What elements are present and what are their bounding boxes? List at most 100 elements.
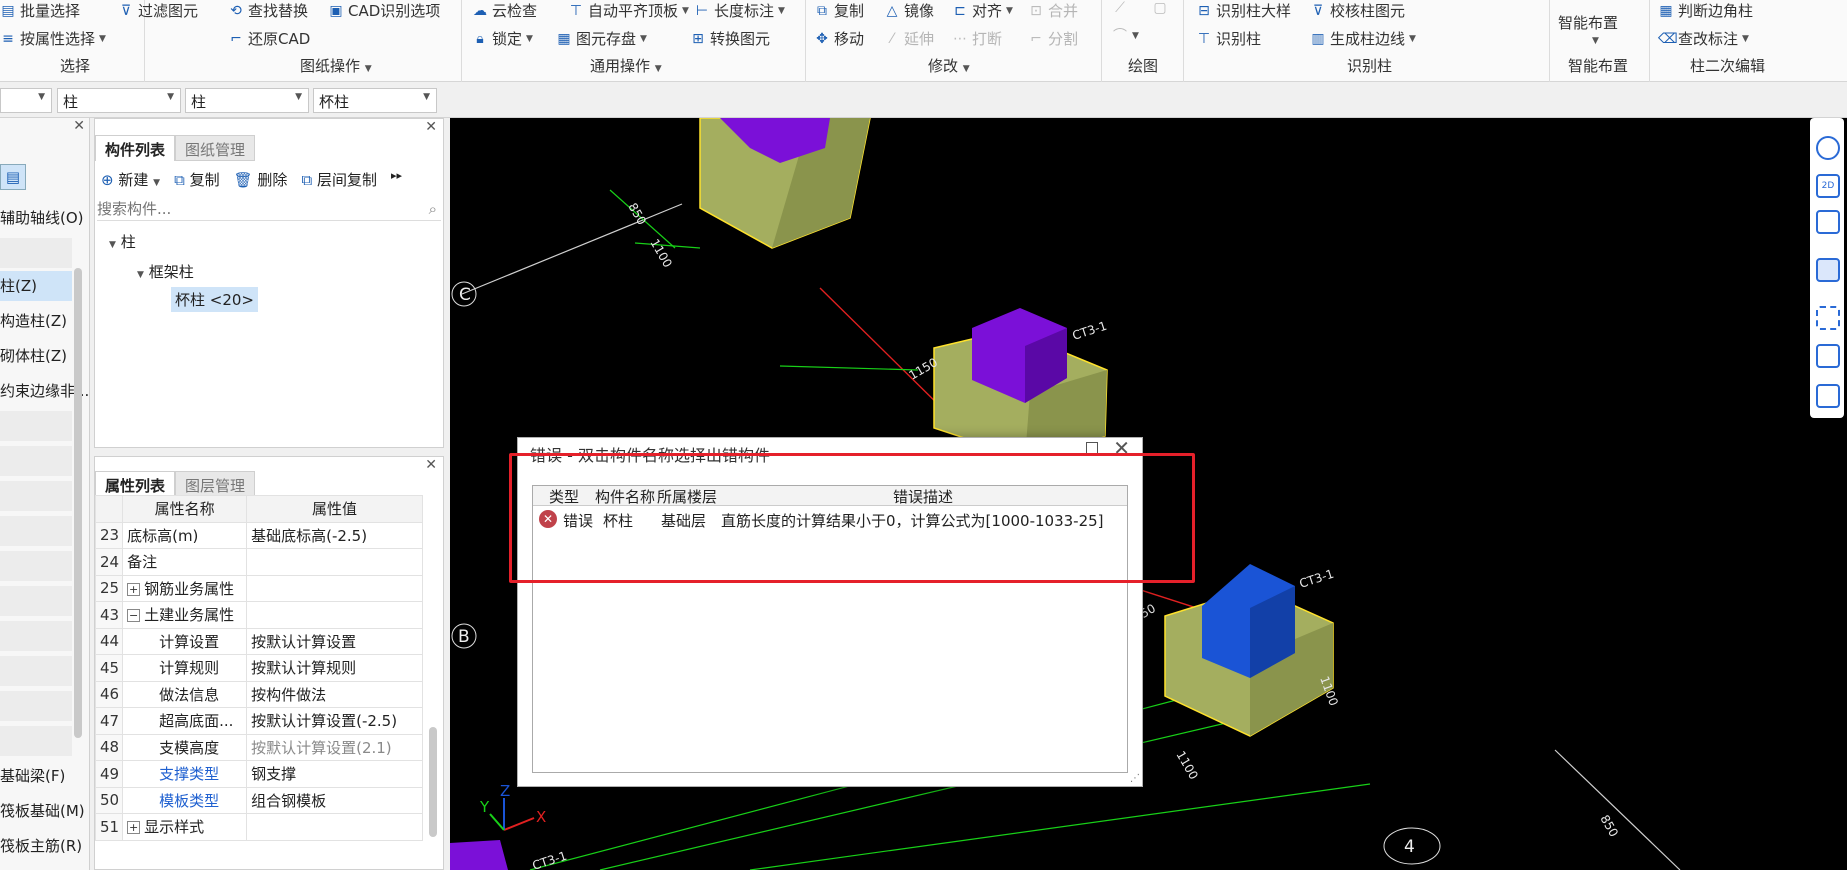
red-beam-line (819, 287, 951, 417)
batch-select-button[interactable]: ▤ 批量选择 (0, 0, 80, 21)
table-row[interactable]: 51 + 显示样式 (94, 813, 423, 841)
break-button[interactable]: ⋯ 打断 (952, 28, 1002, 49)
arc-draw-button[interactable]: ⌒ ▼ (1112, 28, 1139, 44)
component-search-input[interactable] (97, 199, 407, 219)
tree-node-frame-column[interactable]: ▼ 框架柱 (137, 261, 194, 282)
drawing-ops-label[interactable]: 图纸操作 ▼ (300, 55, 372, 76)
recognize-col-detail-button[interactable]: ⊟ 识别柱大样 (1196, 0, 1291, 21)
fit-view-icon[interactable] (1816, 306, 1840, 330)
layer-copy-button[interactable]: ⧉ 层间复制 (301, 169, 377, 190)
length-mark-button[interactable]: ⊢ 长度标注 ▼ (694, 0, 785, 21)
table-row[interactable]: 50 模板类型 组合钢模板 (94, 786, 423, 814)
type-combo[interactable]: 柱 ▼ (185, 88, 309, 113)
table-row[interactable]: 47 超高底面... 按默认计算设置(-2.5) (94, 707, 423, 735)
list-view-icon[interactable]: ▤ (0, 164, 26, 190)
component-panel-close-icon[interactable]: ✕ (425, 119, 437, 135)
tab-component-list[interactable]: 构件列表 (95, 135, 176, 161)
tab-layer-manage[interactable]: 图层管理 (175, 471, 256, 497)
copy-button[interactable]: ⧉ 复制 (814, 0, 864, 21)
tree-node-cup-column[interactable]: 杯柱 <20> (171, 287, 258, 312)
corner-col-button[interactable]: ▦ 判断边角柱 (1658, 0, 1753, 21)
split-button[interactable]: ⌐ 分割 (1028, 28, 1078, 49)
3d-solid-icon[interactable] (1816, 258, 1840, 282)
table-row[interactable]: 25 + 钢筋业务属性 (94, 574, 423, 602)
cad-options-button[interactable]: ▣ CAD识别选项 (328, 0, 440, 21)
copy-component-button[interactable]: ⧉ 复制 (174, 169, 220, 190)
component-search-box[interactable]: ⌕ (97, 199, 441, 221)
view-settings-icon[interactable] (1816, 384, 1840, 408)
floor-combo[interactable]: ▼ (0, 88, 52, 113)
list-item-edge-member[interactable]: 约束边缘非... (0, 376, 89, 406)
col-header-value: 属性值 (246, 495, 423, 523)
list-item-raft-rebar[interactable]: 筏板主筋(R) (0, 831, 82, 861)
table-row[interactable]: 23 底标高(m) 基础底标高(-2.5) (94, 521, 423, 549)
gen-col-edge-button[interactable]: ▥ 生成柱边线 ▼ (1310, 28, 1416, 49)
auto-align-button[interactable]: ⊤ 自动平齐顶板 ▼ (568, 0, 689, 21)
extend-button[interactable]: ⁄ 延伸 (884, 28, 934, 49)
cloud-check-button[interactable]: ☁ 云检查 (472, 0, 537, 21)
smart-layout-group: 智能布置 ▼ 智能布置 (1550, 0, 1650, 82)
select-group: ▤ 批量选择 ⊽ 过滤图元 ≡ 按属性选择 ▼ 选择 (0, 0, 198, 82)
smart-layout-button[interactable]: 智能布置 (1558, 12, 1618, 33)
recognize-col-button[interactable]: ⊤ 识别柱 (1196, 28, 1261, 49)
new-component-button[interactable]: ⊕ 新建 ▼ (101, 169, 160, 190)
smart-layout-dropdown[interactable]: ▼ (1592, 36, 1599, 46)
cloud-icon: ☁ (473, 2, 487, 19)
list-item-column[interactable]: 柱(Z) (0, 271, 72, 301)
resize-grip-icon[interactable]: ⋰ (1130, 773, 1140, 784)
property-panel-close-icon[interactable]: ✕ (425, 457, 437, 473)
select-by-attribute-button[interactable]: ≡ 按属性选择 ▼ (0, 28, 106, 49)
restore-cad-button[interactable]: ⌐ 还原CAD (228, 28, 310, 49)
drawing-ops-group: ⟲ 查找替换 ▣ CAD识别选项 ⌐ 还原CAD 图纸操作 ▼ (218, 0, 462, 82)
table-row[interactable]: 24 备注 (94, 548, 423, 576)
table-row[interactable]: 44 计算设置 按默认计算设置 (94, 627, 423, 655)
find-replace-button[interactable]: ⟲ 查找替换 (228, 0, 308, 21)
left-list-scrollbar[interactable] (74, 268, 82, 738)
delete-component-button[interactable]: 🗑︎ 删除 (234, 169, 288, 190)
more-icon[interactable]: ▸▸ (391, 169, 402, 190)
save-element-button[interactable]: ▦ 图元存盘 ▼ (556, 28, 647, 49)
recognize-column-group: ⊟ 识别柱大样 ⊽ 校核柱图元 ⊤ 识别柱 ▥ 生成柱边线 ▼ 识别柱 (1184, 0, 1550, 82)
collapse-icon[interactable]: − (127, 609, 141, 623)
tree-node-column[interactable]: ▼ 柱 (109, 231, 136, 252)
2d-view-icon[interactable]: 2D (1816, 174, 1840, 198)
property-scrollbar[interactable] (429, 727, 437, 837)
tab-property-list[interactable]: 属性列表 (95, 471, 176, 497)
mirror-button[interactable]: △ 镜像 (884, 0, 934, 21)
table-row[interactable]: 49 支撑类型 钢支撑 (94, 760, 423, 788)
table-row[interactable]: 43− 土建业务属性 (94, 601, 423, 629)
list-item-raft-foundation[interactable]: 筏板基础(M) (0, 796, 85, 826)
orbit-icon[interactable] (1816, 136, 1840, 160)
list-item-masonry-column[interactable]: 砌体柱(Z) (0, 341, 72, 371)
lock-button[interactable]: 🔒︎ 锁定 ▼ (472, 28, 533, 49)
left-panel-close-icon[interactable]: ✕ (73, 118, 85, 134)
list-item-foundation-beam[interactable]: 基础梁(F) (0, 761, 72, 791)
cup-column-1[interactable] (699, 118, 871, 249)
search-icon[interactable]: ⌕ (429, 200, 437, 218)
check-col-button[interactable]: ⊽ 校核柱图元 (1310, 0, 1405, 21)
line-draw-button[interactable]: ⟋ (1112, 0, 1128, 16)
expand-icon[interactable]: + (127, 582, 141, 596)
list-item-constructional-column[interactable]: 构造柱(Z) (0, 306, 72, 336)
move-button[interactable]: ✥ 移动 (814, 28, 864, 49)
table-row[interactable]: 45 计算规则 按默认计算规则 (94, 654, 423, 682)
tab-drawing-manage[interactable]: 图纸管理 (175, 135, 256, 161)
common-ops-label[interactable]: 通用操作 ▼ (590, 55, 662, 76)
convert-element-button[interactable]: ⊞ 转换图元 (690, 28, 770, 49)
filter-element-button[interactable]: ⊽ 过滤图元 (118, 0, 198, 21)
merge-button[interactable]: ⊡ 合并 (1028, 0, 1078, 21)
align-top-icon: ⊤ (569, 2, 583, 19)
align-button[interactable]: ⊏ 对齐 ▼ (952, 0, 1013, 21)
rect-draw-button[interactable]: ▢ (1152, 0, 1168, 16)
list-item-aux-axis[interactable]: 辅助轴线(O) (0, 203, 84, 233)
check-mark-button[interactable]: ⌫ 查改标注 ▼ (1658, 28, 1749, 49)
table-row[interactable]: 48 支模高度 按默认计算设置(2.1) (94, 733, 423, 761)
component-combo[interactable]: 杯柱 ▼ (313, 88, 437, 113)
display-mode-icon[interactable] (1816, 344, 1840, 368)
category-combo[interactable]: 柱 ▼ (57, 88, 181, 113)
expand-icon[interactable]: + (127, 821, 141, 835)
3d-box-icon[interactable] (1816, 210, 1840, 234)
cup-column-3[interactable] (1164, 564, 1334, 737)
table-row[interactable]: 46 做法信息 按构件做法 (94, 680, 423, 708)
modify-label[interactable]: 修改 ▼ (928, 55, 970, 76)
